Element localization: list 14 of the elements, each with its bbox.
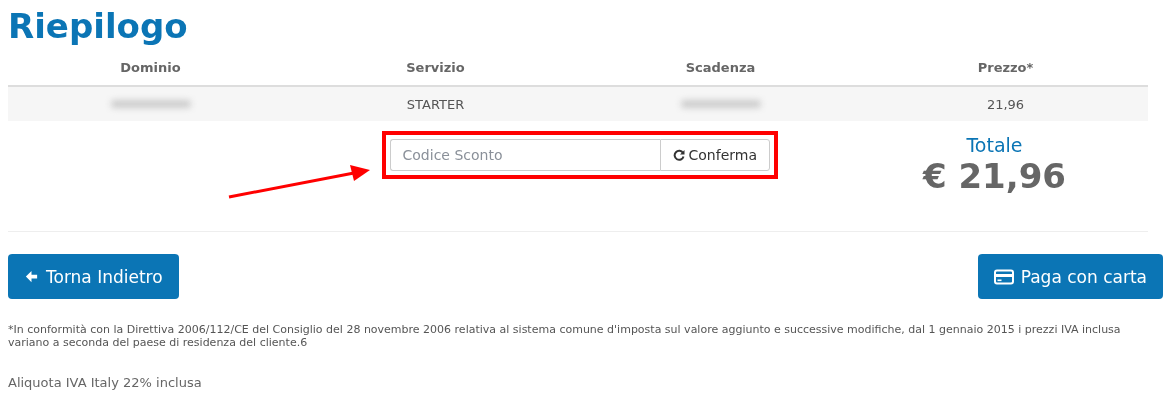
vat-note: Aliquota IVA Italy 22% inclusa [8,375,203,390]
confirm-button[interactable]: Conferma [659,139,770,171]
discount-code-field[interactable]: Codice Sconto [389,139,660,171]
total-label: Totale [966,134,1023,156]
table-cell: STARTER [293,87,578,121]
page-title: Riepilogo [8,6,189,48]
credit-card-icon [993,268,1014,285]
back-button[interactable]: Torna Indietro [8,254,179,299]
pay-button[interactable]: Paga con carta [977,254,1163,299]
footnote: *In conformità con la Direttiva 2006/112/CE del Consiglio del 28 novembre 2006 relativa al sistema comune d'imposta sul valore aggiunto e successive modifiche, dal 1 gennaio 2015 i prezzi IVA inclusa variano a seconda del paese di residenza del cliente.6 [8,323,1122,349]
table-cell: 21,96 [863,87,1148,121]
arrow-left-icon [24,269,39,284]
total-amount: € 21,96 [922,156,1066,196]
refresh-icon [672,149,685,161]
